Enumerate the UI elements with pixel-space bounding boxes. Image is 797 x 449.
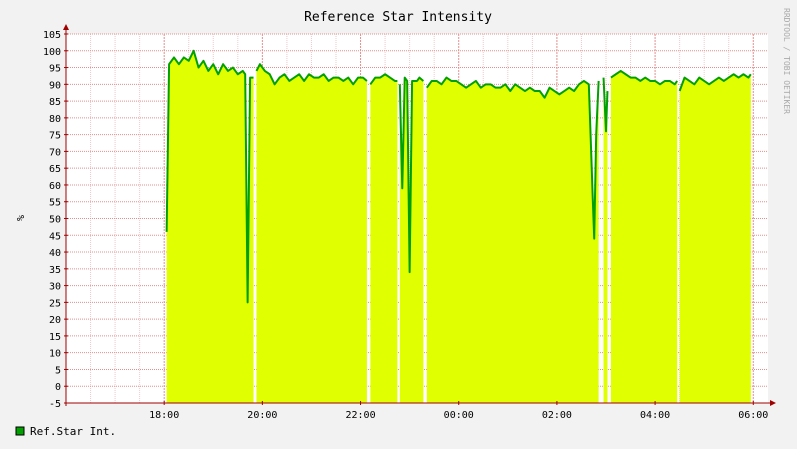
legend: Ref.Star Int.	[15, 425, 116, 438]
y-tick-label: 45	[49, 231, 61, 242]
y-tick-label: 65	[49, 164, 61, 175]
series-area	[256, 64, 367, 403]
series-area	[370, 74, 398, 403]
y-tick-label: 10	[49, 349, 61, 360]
legend-label: Ref.Star Int.	[30, 425, 116, 438]
y-tick-label: 70	[49, 147, 61, 158]
y-tick-label: 50	[49, 215, 61, 226]
x-tick-label: 00:00	[444, 410, 474, 421]
y-tick-label: 15	[49, 332, 61, 343]
x-tick-label: 20:00	[247, 410, 277, 421]
y-tick-label: 90	[49, 80, 61, 91]
x-tick-label: 06:00	[738, 410, 768, 421]
series-area	[166, 50, 254, 403]
y-tick-label: 75	[49, 131, 61, 142]
y-tick-label: 35	[49, 265, 61, 276]
watermark: RRDTOOL / TOBI OETIKER	[782, 8, 791, 114]
y-tick-label: 60	[49, 181, 61, 192]
series-area	[610, 70, 678, 404]
y-tick-label: 55	[49, 198, 61, 209]
series-area	[426, 77, 599, 403]
y-tick-label: 5	[55, 365, 61, 376]
x-tick-label: 02:00	[542, 410, 572, 421]
y-axis-label: %	[14, 215, 25, 221]
legend-swatch	[15, 426, 25, 436]
x-tick-label: 22:00	[345, 410, 375, 421]
chart-title: Reference Star Intensity	[304, 10, 492, 25]
chart: -5 0 5 10 15 20 25 30 35 40 45 50 55 60 65 70 75 80 85 90 95…	[0, 0, 797, 449]
y-tick-label: 30	[49, 282, 61, 293]
y-tick-label: 95	[49, 64, 61, 75]
y-tick-label: 20	[49, 315, 61, 326]
y-tick-label: -5	[49, 399, 61, 410]
x-tick-label: 04:00	[640, 410, 670, 421]
y-tick-label: 80	[49, 114, 61, 125]
y-tick-label: 105	[43, 30, 61, 41]
x-tick-label: 18:00	[149, 410, 179, 421]
y-tick-label: 85	[49, 97, 61, 108]
y-tick-label: 100	[43, 47, 61, 58]
y-tick-label: 25	[49, 298, 61, 309]
y-tick-label: 0	[55, 382, 61, 393]
y-tick-label: 40	[49, 248, 61, 259]
series-area	[679, 74, 751, 403]
